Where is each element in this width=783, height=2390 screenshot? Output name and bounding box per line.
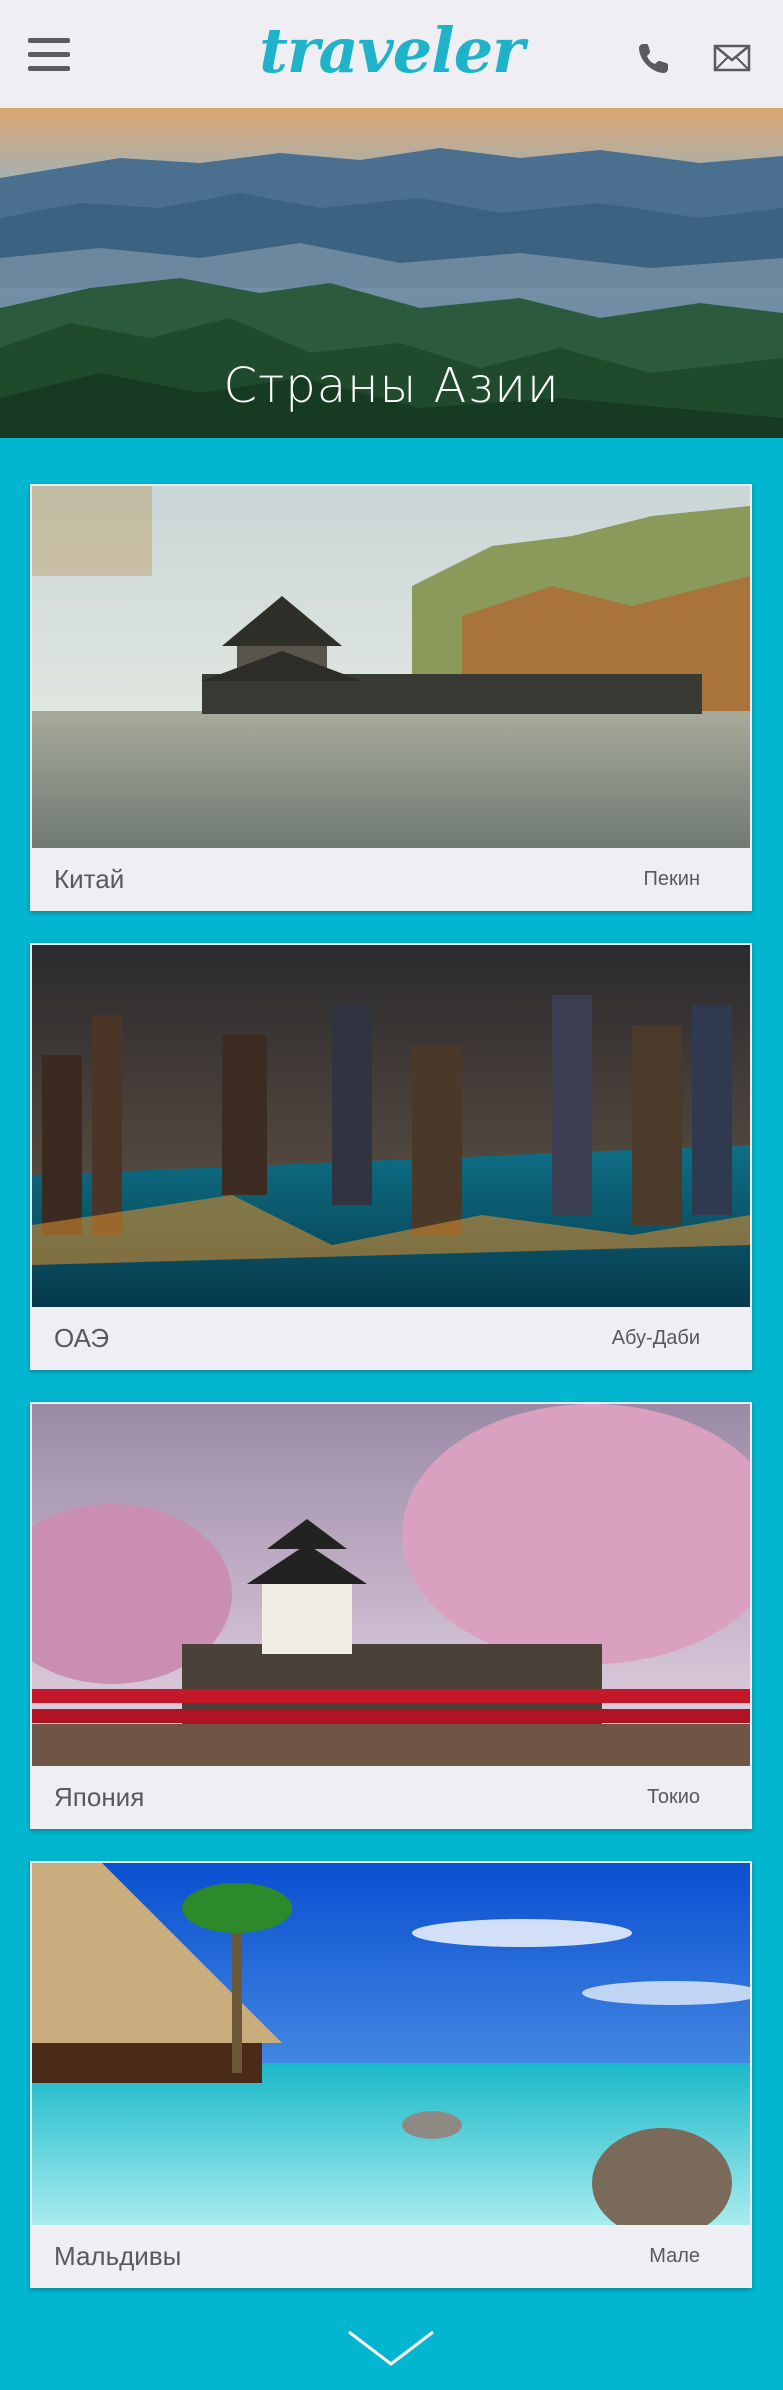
japan-castle-sakura-photo [32,1404,750,1766]
maldives-beach-bungalow-photo [32,1863,750,2225]
country-card-uae[interactable]: ОАЭ Абу-Даби [30,943,752,1370]
capital-name: Токио [647,1786,700,1808]
card-caption: ОАЭ Абу-Даби [30,1307,752,1370]
china-pagoda-lake-photo [32,486,750,848]
hero-banner: Страны Азии [0,108,783,438]
country-name: Мальдивы [54,2241,182,2271]
capital-name: Мале [649,2245,700,2267]
phone-icon[interactable] [634,38,674,78]
top-bar: traveler [0,0,783,108]
uae-night-city-marina-photo [32,945,750,1307]
country-name: Япония [54,1782,145,1812]
page-title: Страны Азии [223,358,560,414]
country-name: Китай [54,864,125,894]
mail-icon[interactable] [712,38,752,78]
country-card-china[interactable]: Китай Пекин [30,484,752,911]
card-caption: Мальдивы Мале [30,2225,752,2288]
capital-name: Абу-Даби [611,1327,700,1349]
card-caption: Китай Пекин [30,848,752,911]
country-card-maldives[interactable]: Мальдивы Мале [30,1861,752,2288]
card-caption: Япония Токио [30,1766,752,1829]
capital-name: Пекин [643,868,700,890]
chevron-down-icon[interactable] [346,2326,436,2372]
country-card-japan[interactable]: Япония Токио [30,1402,752,1829]
country-name: ОАЭ [54,1323,110,1353]
